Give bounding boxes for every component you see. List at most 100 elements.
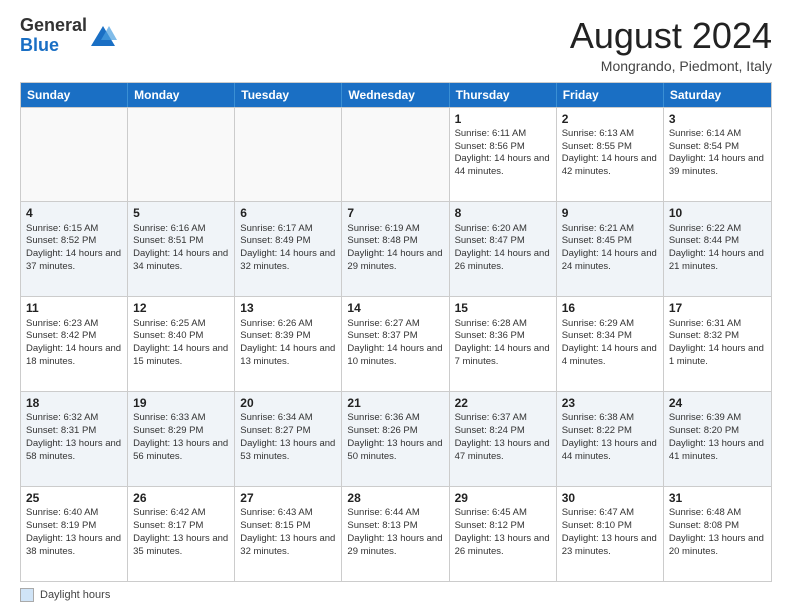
day-number: 2: [562, 111, 658, 127]
cal-cell-14: 14Sunrise: 6:27 AMSunset: 8:37 PMDayligh…: [342, 297, 449, 391]
day-info-line: Daylight: 14 hours and 34 minutes.: [133, 248, 229, 274]
day-info-line: Daylight: 13 hours and 23 minutes.: [562, 533, 658, 559]
day-info-line: Sunrise: 6:13 AM: [562, 128, 658, 141]
day-info-line: Sunset: 8:32 PM: [669, 330, 766, 343]
day-info-line: Sunset: 8:34 PM: [562, 330, 658, 343]
header-day-friday: Friday: [557, 83, 664, 107]
day-number: 23: [562, 395, 658, 411]
cal-cell-8: 8Sunrise: 6:20 AMSunset: 8:47 PMDaylight…: [450, 202, 557, 296]
day-number: 27: [240, 490, 336, 506]
logo-text: General Blue: [20, 16, 87, 56]
logo-general: General: [20, 15, 87, 35]
calendar-row-5: 25Sunrise: 6:40 AMSunset: 8:19 PMDayligh…: [21, 486, 771, 581]
day-info-line: Sunset: 8:47 PM: [455, 235, 551, 248]
day-info-line: Sunset: 8:08 PM: [669, 520, 766, 533]
day-info-line: Daylight: 13 hours and 29 minutes.: [347, 533, 443, 559]
day-info-line: Daylight: 14 hours and 32 minutes.: [240, 248, 336, 274]
cal-cell-17: 17Sunrise: 6:31 AMSunset: 8:32 PMDayligh…: [664, 297, 771, 391]
day-info-line: Sunrise: 6:38 AM: [562, 412, 658, 425]
day-number: 3: [669, 111, 766, 127]
day-info-line: Daylight: 14 hours and 13 minutes.: [240, 343, 336, 369]
cal-cell-25: 25Sunrise: 6:40 AMSunset: 8:19 PMDayligh…: [21, 487, 128, 581]
day-info-line: Sunrise: 6:17 AM: [240, 223, 336, 236]
day-number: 20: [240, 395, 336, 411]
cal-cell-1: 1Sunrise: 6:11 AMSunset: 8:56 PMDaylight…: [450, 108, 557, 202]
day-number: 31: [669, 490, 766, 506]
day-info-line: Daylight: 13 hours and 38 minutes.: [26, 533, 122, 559]
day-info-line: Sunrise: 6:32 AM: [26, 412, 122, 425]
day-info-line: Daylight: 13 hours and 26 minutes.: [455, 533, 551, 559]
day-info-line: Sunset: 8:17 PM: [133, 520, 229, 533]
day-info-line: Sunrise: 6:28 AM: [455, 318, 551, 331]
location: Mongrando, Piedmont, Italy: [570, 58, 772, 74]
day-info-line: Sunset: 8:29 PM: [133, 425, 229, 438]
footer-label: Daylight hours: [40, 589, 110, 601]
day-info-line: Sunset: 8:54 PM: [669, 141, 766, 154]
cal-cell-13: 13Sunrise: 6:26 AMSunset: 8:39 PMDayligh…: [235, 297, 342, 391]
day-info-line: Sunset: 8:13 PM: [347, 520, 443, 533]
day-info-line: Sunrise: 6:23 AM: [26, 318, 122, 331]
day-info-line: Sunrise: 6:22 AM: [669, 223, 766, 236]
day-number: 30: [562, 490, 658, 506]
logo: General Blue: [20, 16, 117, 56]
day-info-line: Sunrise: 6:26 AM: [240, 318, 336, 331]
day-info-line: Sunset: 8:27 PM: [240, 425, 336, 438]
day-info-line: Daylight: 13 hours and 44 minutes.: [562, 438, 658, 464]
calendar-header: SundayMondayTuesdayWednesdayThursdayFrid…: [21, 83, 771, 107]
day-number: 14: [347, 300, 443, 316]
day-number: 13: [240, 300, 336, 316]
day-info-line: Daylight: 14 hours and 15 minutes.: [133, 343, 229, 369]
cal-cell-29: 29Sunrise: 6:45 AMSunset: 8:12 PMDayligh…: [450, 487, 557, 581]
month-year: August 2024: [570, 16, 772, 56]
cal-cell-empty-0-2: [235, 108, 342, 202]
day-number: 6: [240, 205, 336, 221]
cal-cell-9: 9Sunrise: 6:21 AMSunset: 8:45 PMDaylight…: [557, 202, 664, 296]
day-number: 21: [347, 395, 443, 411]
day-info-line: Daylight: 13 hours and 41 minutes.: [669, 438, 766, 464]
day-number: 4: [26, 205, 122, 221]
day-info-line: Daylight: 14 hours and 24 minutes.: [562, 248, 658, 274]
header-day-saturday: Saturday: [664, 83, 771, 107]
day-info-line: Daylight: 14 hours and 4 minutes.: [562, 343, 658, 369]
day-number: 24: [669, 395, 766, 411]
calendar-row-1: 1Sunrise: 6:11 AMSunset: 8:56 PMDaylight…: [21, 107, 771, 202]
day-info-line: Daylight: 13 hours and 35 minutes.: [133, 533, 229, 559]
cal-cell-3: 3Sunrise: 6:14 AMSunset: 8:54 PMDaylight…: [664, 108, 771, 202]
day-number: 11: [26, 300, 122, 316]
day-info-line: Sunrise: 6:11 AM: [455, 128, 551, 141]
day-info-line: Daylight: 13 hours and 53 minutes.: [240, 438, 336, 464]
day-info-line: Sunset: 8:26 PM: [347, 425, 443, 438]
day-info-line: Sunrise: 6:40 AM: [26, 507, 122, 520]
day-info-line: Sunrise: 6:15 AM: [26, 223, 122, 236]
day-number: 5: [133, 205, 229, 221]
cal-cell-6: 6 Sunrise: 6:17 AMSunset: 8:49 PMDaylight…: [235, 202, 342, 296]
calendar-body: 1Sunrise: 6:11 AMSunset: 8:56 PMDaylight…: [21, 107, 771, 581]
day-info-line: Sunset: 8:52 PM: [26, 235, 122, 248]
cal-cell-27: 27Sunrise: 6:43 AMSunset: 8:15 PMDayligh…: [235, 487, 342, 581]
footer: Daylight hours: [20, 588, 772, 602]
day-info-line: Daylight: 14 hours and 39 minutes.: [669, 153, 766, 179]
day-info-line: Sunrise: 6:29 AM: [562, 318, 658, 331]
calendar-row-4: 18Sunrise: 6:32 AMSunset: 8:31 PMDayligh…: [21, 391, 771, 486]
day-info-line: Sunrise: 6:44 AM: [347, 507, 443, 520]
day-number: 19: [133, 395, 229, 411]
cal-cell-21: 21Sunrise: 6:36 AMSunset: 8:26 PMDayligh…: [342, 392, 449, 486]
day-info-line: Sunset: 8:51 PM: [133, 235, 229, 248]
day-info-line: Sunrise: 6:45 AM: [455, 507, 551, 520]
day-info-line: Sunset: 8:44 PM: [669, 235, 766, 248]
cal-cell-24: 24Sunrise: 6:39 AMSunset: 8:20 PMDayligh…: [664, 392, 771, 486]
day-number: 10: [669, 205, 766, 221]
day-number: 28: [347, 490, 443, 506]
day-info-line: Sunrise: 6:43 AM: [240, 507, 336, 520]
cal-cell-4: 4Sunrise: 6:15 AMSunset: 8:52 PMDaylight…: [21, 202, 128, 296]
day-info-line: Sunset: 8:49 PM: [240, 235, 336, 248]
cal-cell-15: 15Sunrise: 6:28 AMSunset: 8:36 PMDayligh…: [450, 297, 557, 391]
cal-cell-5: 5Sunrise: 6:16 AMSunset: 8:51 PMDaylight…: [128, 202, 235, 296]
cal-cell-26: 26Sunrise: 6:42 AMSunset: 8:17 PMDayligh…: [128, 487, 235, 581]
day-info-line: Daylight: 14 hours and 44 minutes.: [455, 153, 551, 179]
day-number: 25: [26, 490, 122, 506]
day-info-line: Sunrise: 6:34 AM: [240, 412, 336, 425]
day-info-line: Sunset: 8:19 PM: [26, 520, 122, 533]
day-info-line: Daylight: 14 hours and 18 minutes.: [26, 343, 122, 369]
day-info-line: Sunset: 8:37 PM: [347, 330, 443, 343]
